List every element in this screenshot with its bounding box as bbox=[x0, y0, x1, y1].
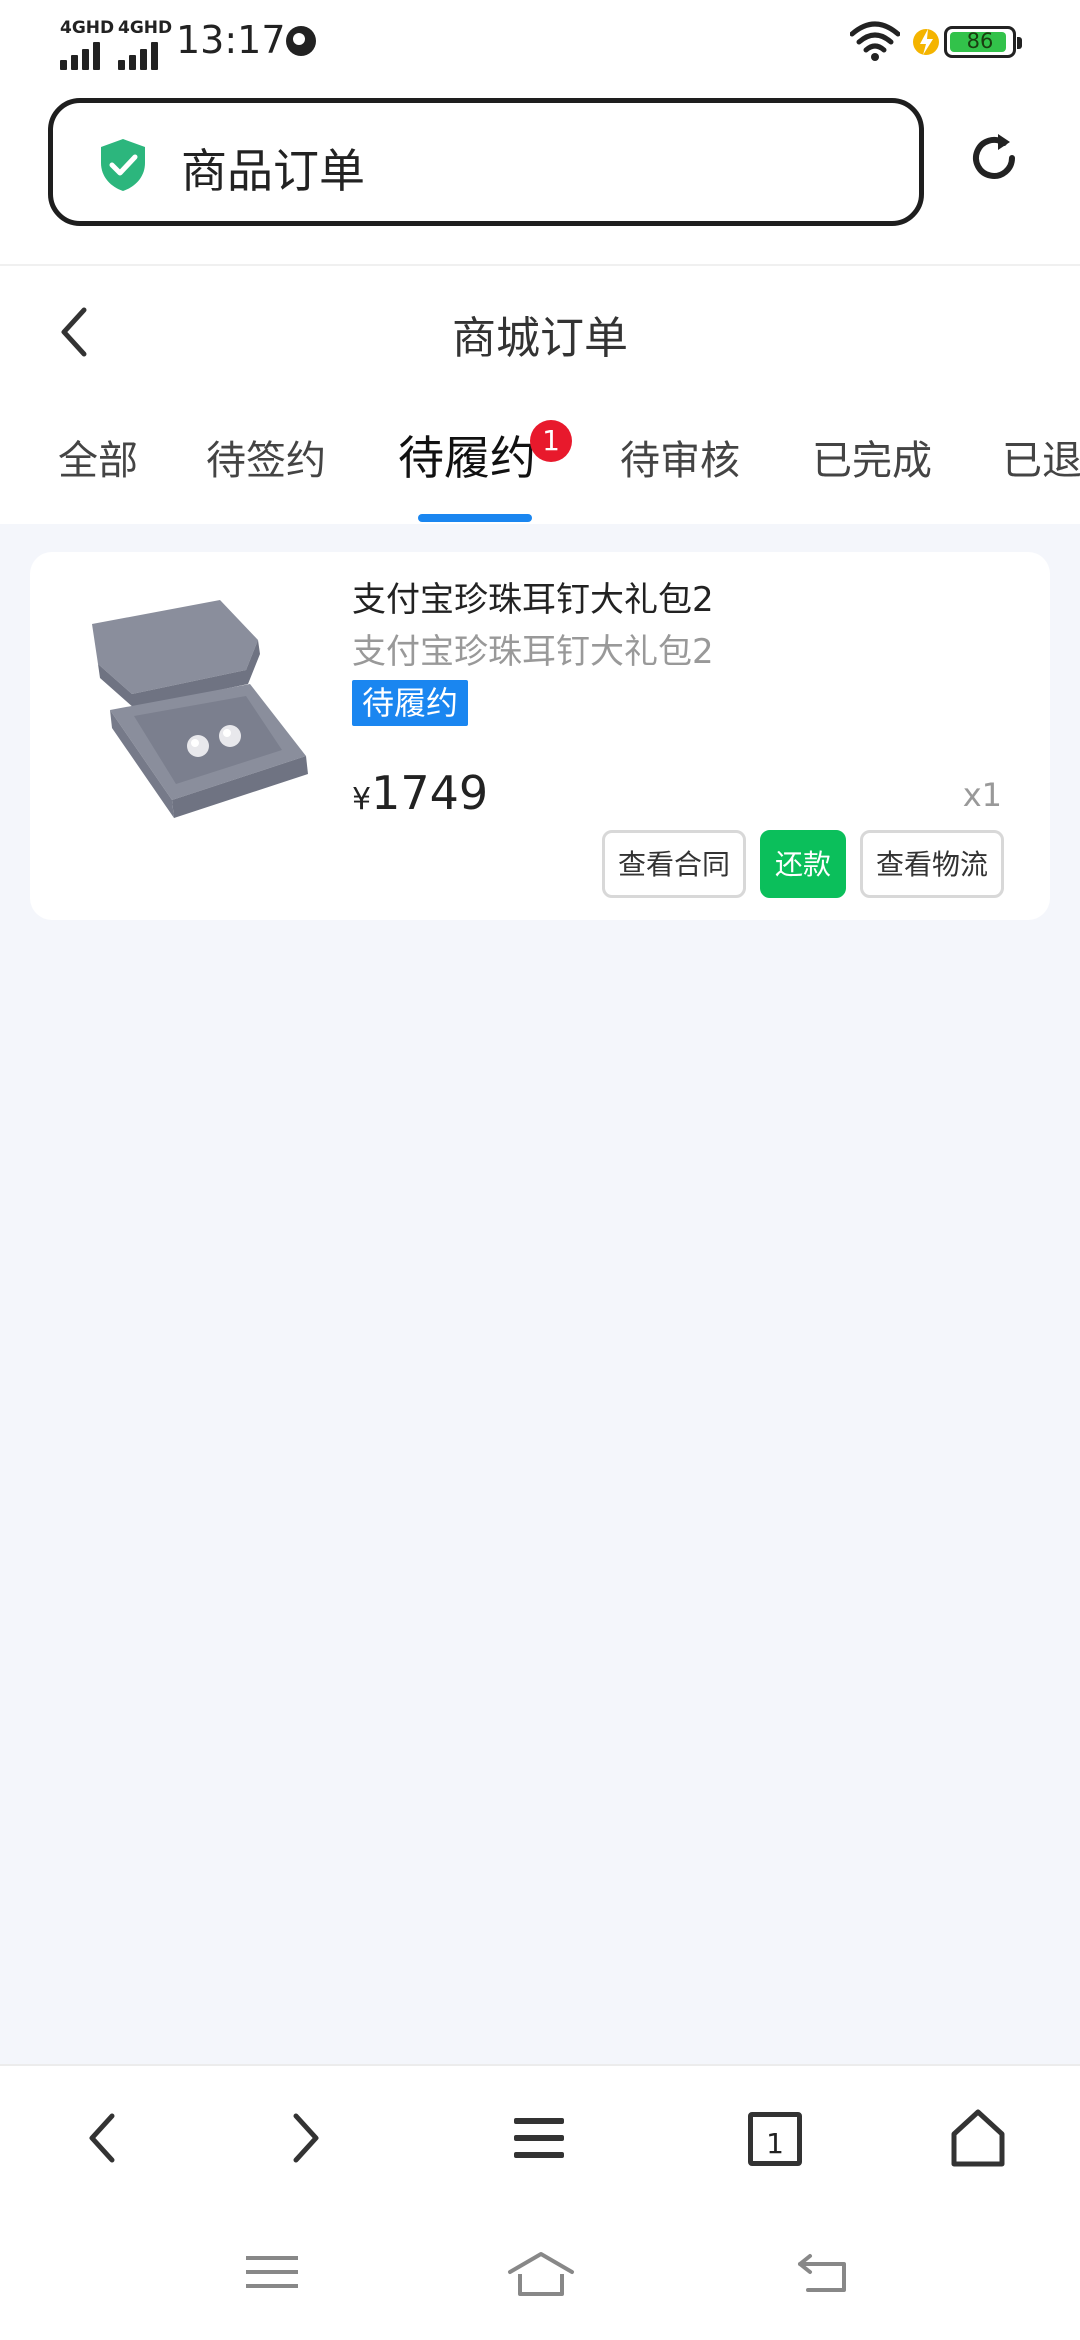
tab-completed[interactable]: 已完成 bbox=[812, 428, 932, 486]
view-contract-button[interactable]: 查看合同 bbox=[602, 830, 746, 898]
currency-symbol: ¥ bbox=[352, 782, 372, 817]
battery-level: 86 bbox=[966, 29, 994, 53]
url-field[interactable]: 商品订单 bbox=[48, 98, 924, 226]
order-card[interactable]: 支付宝珍珠耳钉大礼包2 支付宝珍珠耳钉大礼包2 待履约 ¥1749 x1 查看合… bbox=[30, 552, 1050, 920]
tab-pending-sign[interactable]: 待签约 bbox=[206, 428, 326, 486]
system-back-icon[interactable] bbox=[796, 2250, 850, 2294]
page-title: 商城订单 bbox=[452, 313, 628, 364]
url-text: 商品订单 bbox=[181, 144, 365, 198]
tab-count: 1 bbox=[766, 2127, 784, 2160]
tab-refunded[interactable]: 已退 bbox=[1002, 428, 1080, 486]
tabs-switcher-icon[interactable]: 1 bbox=[748, 2112, 802, 2166]
recent-apps-icon[interactable] bbox=[246, 2250, 298, 2294]
order-status-badge: 待履约 bbox=[352, 680, 469, 726]
status-time: 13:17 bbox=[176, 18, 286, 62]
browser-toolbar: 1 bbox=[0, 2064, 1080, 2212]
wifi-icon bbox=[850, 21, 900, 61]
view-logistics-button[interactable]: 查看物流 bbox=[860, 830, 1004, 898]
product-subtitle: 支付宝珍珠耳钉大礼包2 bbox=[352, 632, 714, 672]
product-title: 支付宝珍珠耳钉大礼包2 bbox=[352, 580, 714, 620]
screen: 4GHD 4GHD 13:17 86 商品订单 商城订单 全部 待签约 待履约 … bbox=[0, 0, 1080, 2340]
page-header: 商城订单 bbox=[0, 264, 1080, 396]
tab-count-badge: 1 bbox=[530, 420, 572, 462]
notification-icon bbox=[286, 26, 316, 56]
battery-indicator: 86 bbox=[944, 26, 1022, 58]
network-type-label: 4GHD bbox=[118, 18, 173, 38]
order-quantity: x1 bbox=[962, 776, 1002, 814]
refresh-icon[interactable] bbox=[966, 130, 1022, 186]
system-home-icon[interactable] bbox=[506, 2250, 576, 2298]
price-value: 1749 bbox=[371, 766, 489, 820]
active-tab-indicator bbox=[418, 514, 532, 522]
repay-button[interactable]: 还款 bbox=[760, 830, 846, 898]
secure-shield-icon bbox=[101, 139, 145, 191]
browser-back-icon[interactable] bbox=[82, 2108, 122, 2168]
tab-all[interactable]: 全部 bbox=[58, 428, 138, 486]
home-icon[interactable] bbox=[950, 2108, 1006, 2168]
system-navigation-bar bbox=[0, 2210, 1080, 2340]
network-type-label: 4GHD bbox=[60, 18, 115, 38]
product-image bbox=[92, 600, 308, 818]
status-bar: 4GHD 4GHD 13:17 86 bbox=[0, 0, 1080, 84]
browser-address-bar: 商品订单 bbox=[0, 84, 1080, 264]
order-price: ¥1749 bbox=[352, 766, 488, 820]
tab-pending-review[interactable]: 待审核 bbox=[620, 428, 740, 486]
tab-pending-fulfillment[interactable]: 待履约 bbox=[398, 422, 536, 488]
browser-forward-icon[interactable] bbox=[286, 2108, 326, 2168]
order-status-tabs: 全部 待签约 待履约 1 待审核 已完成 已退 bbox=[0, 394, 1080, 524]
menu-icon[interactable] bbox=[512, 2108, 566, 2168]
charging-icon bbox=[913, 29, 939, 55]
